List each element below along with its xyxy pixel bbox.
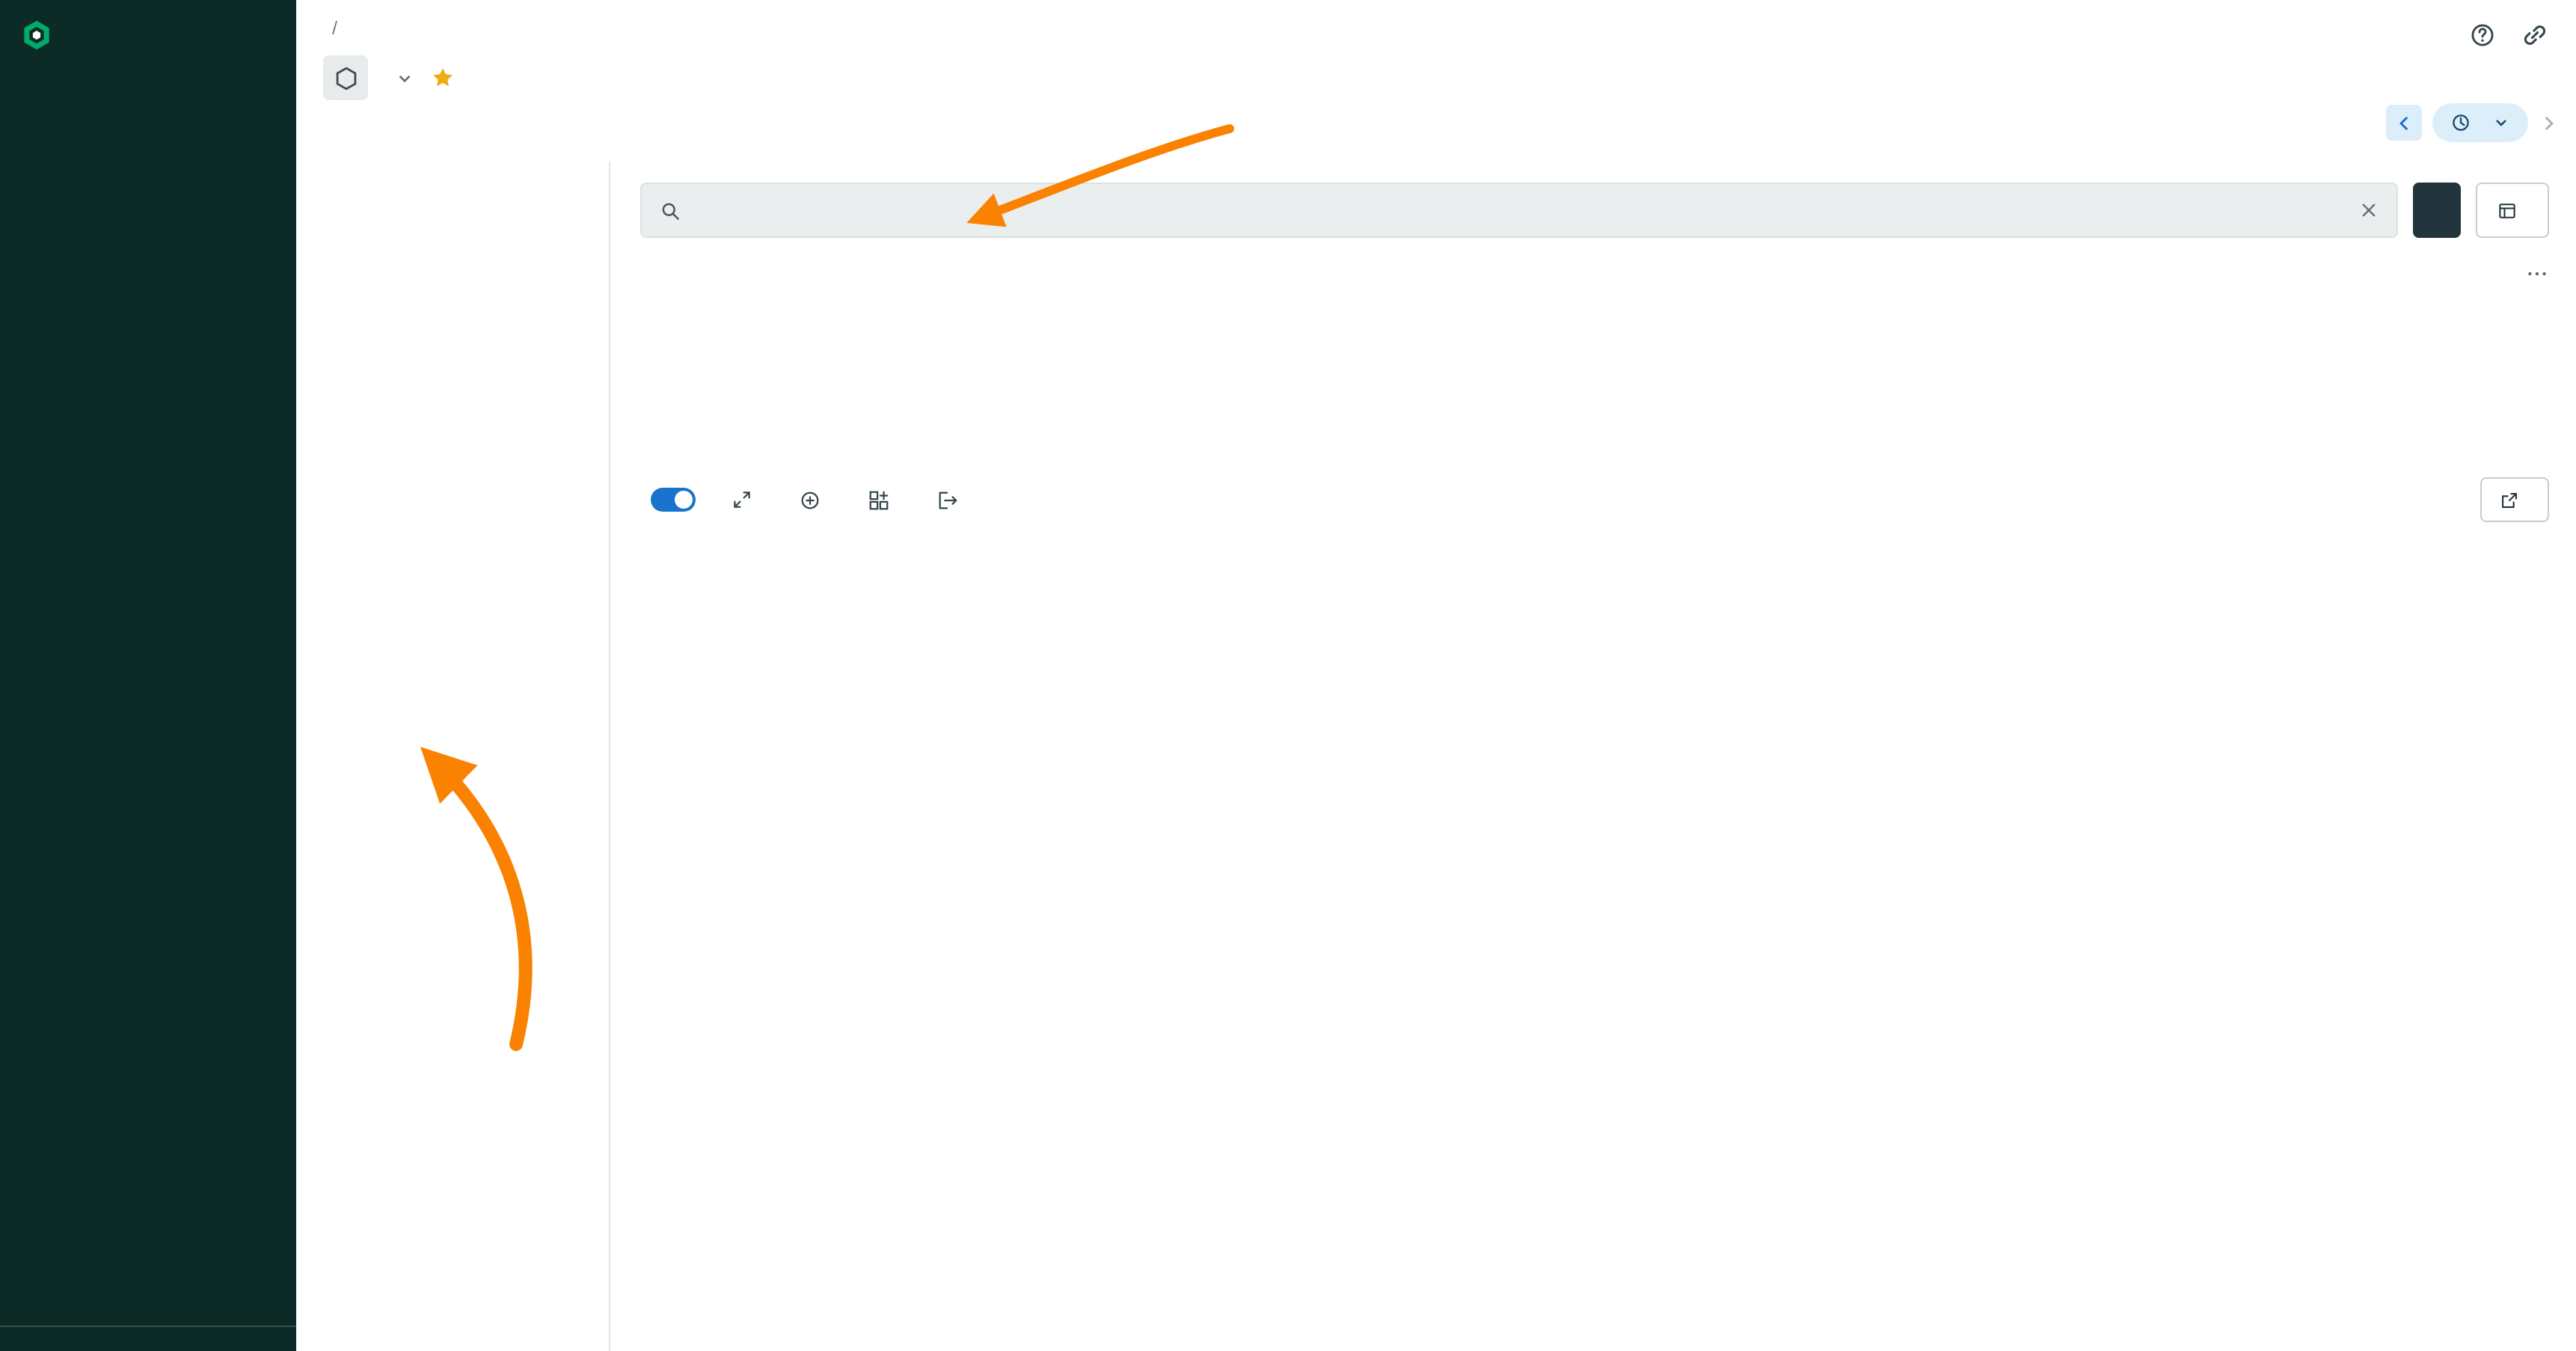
export-icon: [936, 488, 959, 511]
new-relic-logo[interactable]: [0, 0, 296, 69]
logs-header-row: [640, 262, 2549, 286]
breadcrumb-separator: /: [332, 18, 337, 39]
global-sidebar: [0, 0, 296, 1351]
export-button[interactable]: [936, 488, 969, 511]
chevron-down-icon: [2492, 114, 2510, 132]
add-column-button[interactable]: [799, 488, 832, 511]
external-link-icon: [2500, 490, 2519, 509]
expand-logs-control[interactable]: [640, 488, 696, 512]
header: /: [296, 0, 2576, 162]
expand-table-button[interactable]: [732, 489, 763, 510]
dashboard-add-icon: [868, 488, 890, 511]
query-logs-button[interactable]: [2413, 183, 2461, 238]
sidebar-spacer: [0, 69, 296, 1326]
time-picker-row: [2386, 103, 2558, 142]
log-query-box[interactable]: [640, 183, 2398, 238]
expand-logs-toggle[interactable]: [651, 488, 696, 512]
add-to-dashboard-button[interactable]: [868, 488, 901, 511]
favorite-star-icon[interactable]: [431, 66, 455, 90]
nrql-button[interactable]: [2476, 183, 2549, 238]
open-in-logs-button[interactable]: [2480, 477, 2549, 522]
logs-toolbar: [640, 477, 2549, 522]
entity-chevron-down-icon[interactable]: [395, 68, 414, 88]
entity-icon: [323, 55, 368, 100]
clear-query-icon[interactable]: [2359, 200, 2379, 220]
clock-icon: [2450, 112, 2471, 133]
entity-sidebar: [296, 162, 610, 1351]
time-back-button[interactable]: [2386, 105, 2422, 141]
logs-timeseries-chart: [640, 289, 2552, 447]
search-icon: [660, 200, 681, 221]
main-content: [610, 162, 2576, 1351]
help-circle-icon[interactable]: [2468, 21, 2497, 49]
expand-icon: [732, 489, 752, 510]
log-query-input[interactable]: [694, 199, 2346, 221]
query-row: [640, 183, 2549, 238]
new-relic-logo-mark: [21, 19, 52, 51]
breadcrumb: /: [323, 18, 2552, 39]
sidebar-footer-nav: [0, 1326, 296, 1351]
nrql-icon: [2497, 200, 2518, 221]
topbar-icon-group: [2468, 21, 2549, 49]
plus-circle-icon: [799, 488, 821, 511]
share-link-icon[interactable]: [2521, 21, 2549, 49]
toggle-knob: [675, 491, 693, 509]
chart-menu-icon[interactable]: [2525, 262, 2549, 286]
time-forward-button[interactable]: [2539, 113, 2558, 132]
app-window: /: [0, 0, 2576, 1351]
time-picker[interactable]: [2432, 103, 2528, 142]
entity-title-row: [323, 55, 2552, 100]
